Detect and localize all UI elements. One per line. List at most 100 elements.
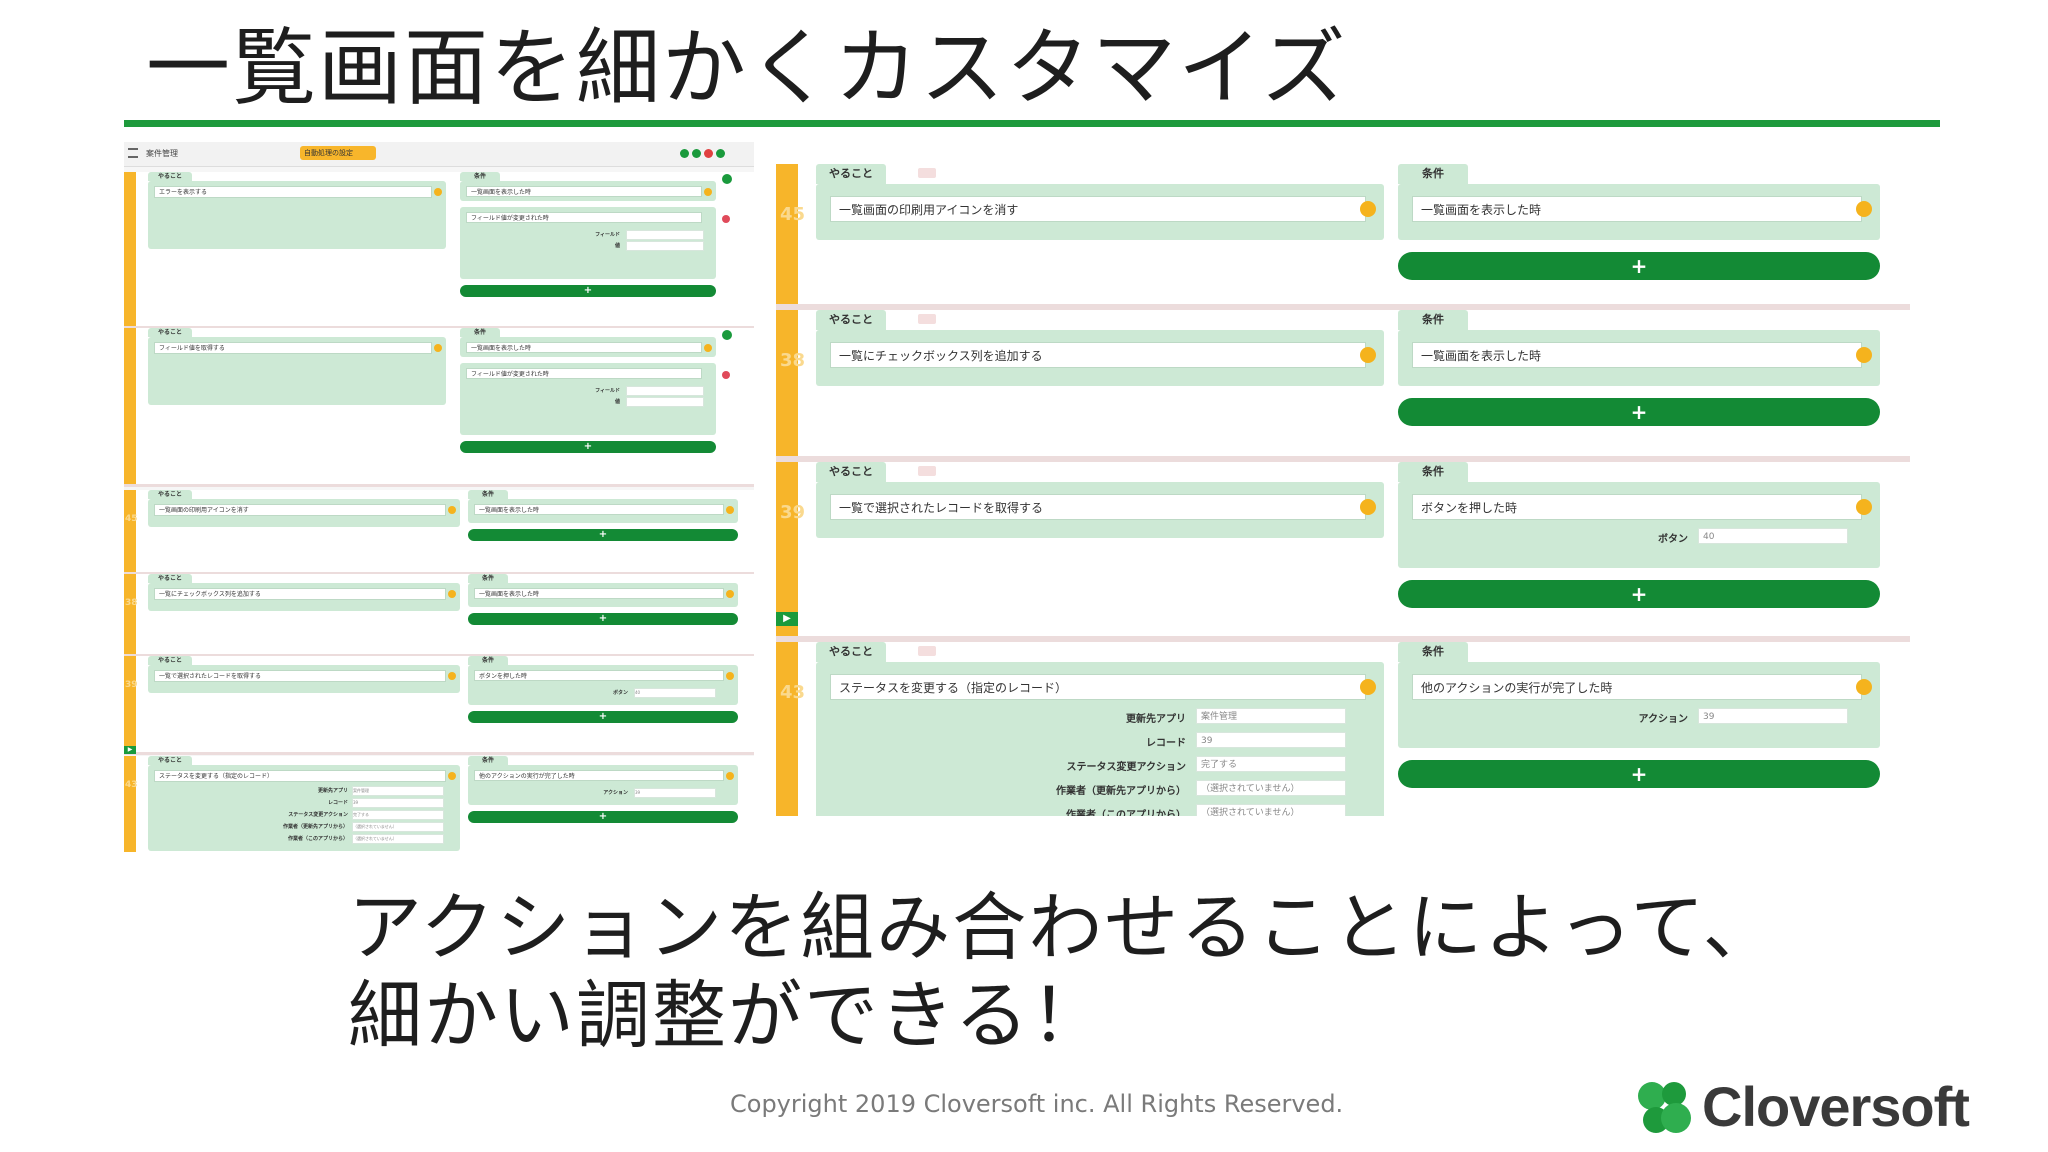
toolbar-icon[interactable] [680,149,689,158]
row-bar [124,328,136,484]
action-field[interactable]: 一覧にチェックボックス列を追加する [154,588,446,600]
field-label: 作業者（更新先アプリから） [1056,786,1186,797]
add-button[interactable]: + [1398,398,1880,426]
action-card: フィールド値を取得する [148,337,446,405]
row-number: 39 [125,680,138,690]
condition-field[interactable]: フィールド値が変更された時 [466,212,702,223]
edit-icon[interactable] [434,344,442,352]
action-card: 一覧画面の印刷用アイコンを消す [148,499,460,527]
settings-button[interactable]: 自動処理の設定 [300,146,376,160]
edit-icon[interactable] [1856,499,1872,515]
action-field[interactable]: 一覧で選択されたレコードを取得する [154,670,446,682]
toolbar-icon[interactable] [704,149,713,158]
app-name: 案件管理 [146,149,178,158]
add-button[interactable]: + [1398,580,1880,608]
edit-icon[interactable] [434,188,442,196]
condition-field[interactable]: 一覧画面を表示した時 [1412,196,1862,222]
add-button[interactable]: + [468,613,738,625]
action-field[interactable]: 一覧で選択されたレコードを取得する [830,494,1366,520]
expand-icon[interactable] [722,330,732,340]
condition-field[interactable]: 他のアクションの実行が完了した時 [474,770,724,781]
field-label: レコード [327,800,348,806]
field-input[interactable] [626,397,704,407]
action-field[interactable]: エラーを表示する [154,186,432,198]
edit-icon[interactable] [726,772,734,780]
action-card: 一覧で選択されたレコードを取得する [816,482,1384,538]
rule-row: 43 やること ステータスを変更する（指定のレコード） 更新先アプリ 案件管理 レコード 3… [124,756,754,852]
add-button[interactable]: + [1398,252,1880,280]
field-input[interactable]: 39 [1196,732,1346,748]
field-input[interactable]: 40 [634,688,716,698]
edit-icon[interactable] [726,590,734,598]
edit-icon[interactable] [704,344,712,352]
edit-icon[interactable] [1856,201,1872,217]
field-input[interactable]: 39 [352,798,444,808]
field-input[interactable]: （選択されていません） [1196,804,1346,816]
action-field[interactable]: 一覧にチェックボックス列を追加する [830,342,1366,368]
add-button[interactable]: + [460,285,716,297]
edit-icon[interactable] [448,772,456,780]
slide-title: 一覧画面を細かくカスタマイズ [146,19,1348,117]
toolbar-icon[interactable] [716,149,725,158]
edit-icon[interactable] [726,506,734,514]
edit-icon[interactable] [1856,679,1872,695]
remove-icon[interactable] [722,215,730,223]
field-input[interactable] [626,241,704,251]
row-bar [124,172,136,326]
condition-field[interactable]: 一覧画面を表示した時 [1412,342,1862,368]
field-input[interactable]: （選択されていません） [352,822,444,832]
condition-field[interactable]: 一覧画面を表示した時 [474,588,724,599]
edit-icon[interactable] [1360,679,1376,695]
edit-icon[interactable] [448,590,456,598]
edit-icon[interactable] [726,672,734,680]
action-field[interactable]: 一覧画面の印刷用アイコンを消す [154,504,446,516]
menu-icon[interactable] [128,148,138,158]
slide-caption: アクションを組み合わせることによって、 細かい調整ができる！ [348,884,1779,1060]
edit-icon[interactable] [704,188,712,196]
action-field[interactable]: ステータスを変更する（指定のレコード） [830,674,1366,700]
condition-field[interactable]: 一覧画面を表示した時 [474,504,724,515]
row-bar [776,164,798,304]
field-input[interactable]: 案件管理 [352,786,444,796]
edit-icon[interactable] [448,672,456,680]
condition-field[interactable]: 他のアクションの実行が完了した時 [1412,674,1862,700]
remove-icon[interactable] [722,371,730,379]
expand-icon[interactable] [722,174,732,184]
toolbar-icon[interactable] [692,149,701,158]
todo-tab: やること [816,310,886,330]
edit-icon[interactable] [1360,201,1376,217]
field-input[interactable]: 40 [1698,528,1848,544]
field-label: フィールド [595,232,620,238]
field-input[interactable] [626,230,704,240]
add-button[interactable]: + [468,811,738,823]
condition-field[interactable]: 一覧画面を表示した時 [466,342,702,353]
field-input[interactable]: 案件管理 [1196,708,1346,724]
field-input[interactable]: 完了する [352,810,444,820]
field-input[interactable]: （選択されていません） [352,834,444,844]
row-number: 38 [780,350,806,371]
add-button[interactable]: + [468,529,738,541]
edit-icon[interactable] [448,506,456,514]
action-field[interactable]: 一覧画面の印刷用アイコンを消す [830,196,1366,222]
condition-field[interactable]: 一覧画面を表示した時 [466,186,702,197]
add-button[interactable]: + [1398,760,1880,788]
field-label: 作業者（このアプリから） [1066,810,1186,816]
rule-row: 45 やること 一覧画面の印刷用アイコンを消す 条件 一覧画面を表示した時 + [776,164,1910,310]
edit-icon[interactable] [1360,347,1376,363]
condition-field[interactable]: フィールド値が変更された時 [466,368,702,379]
action-field[interactable]: フィールド値を取得する [154,342,432,354]
field-input[interactable]: 39 [634,788,716,798]
condition-card: 他のアクションの実行が完了した時 アクション 39 [1398,662,1880,748]
condition-field[interactable]: ボタンを押した時 [474,670,724,681]
field-input[interactable]: （選択されていません） [1196,780,1346,796]
action-field[interactable]: ステータスを変更する（指定のレコード） [154,770,446,782]
field-label: フィールド [595,388,620,394]
field-input[interactable] [626,386,704,396]
condition-field[interactable]: ボタンを押した時 [1412,494,1862,520]
edit-icon[interactable] [1360,499,1376,515]
add-button[interactable]: + [468,711,738,723]
edit-icon[interactable] [1856,347,1872,363]
field-input[interactable]: 39 [1698,708,1848,724]
field-input[interactable]: 完了する [1196,756,1346,772]
add-button[interactable]: + [460,441,716,453]
